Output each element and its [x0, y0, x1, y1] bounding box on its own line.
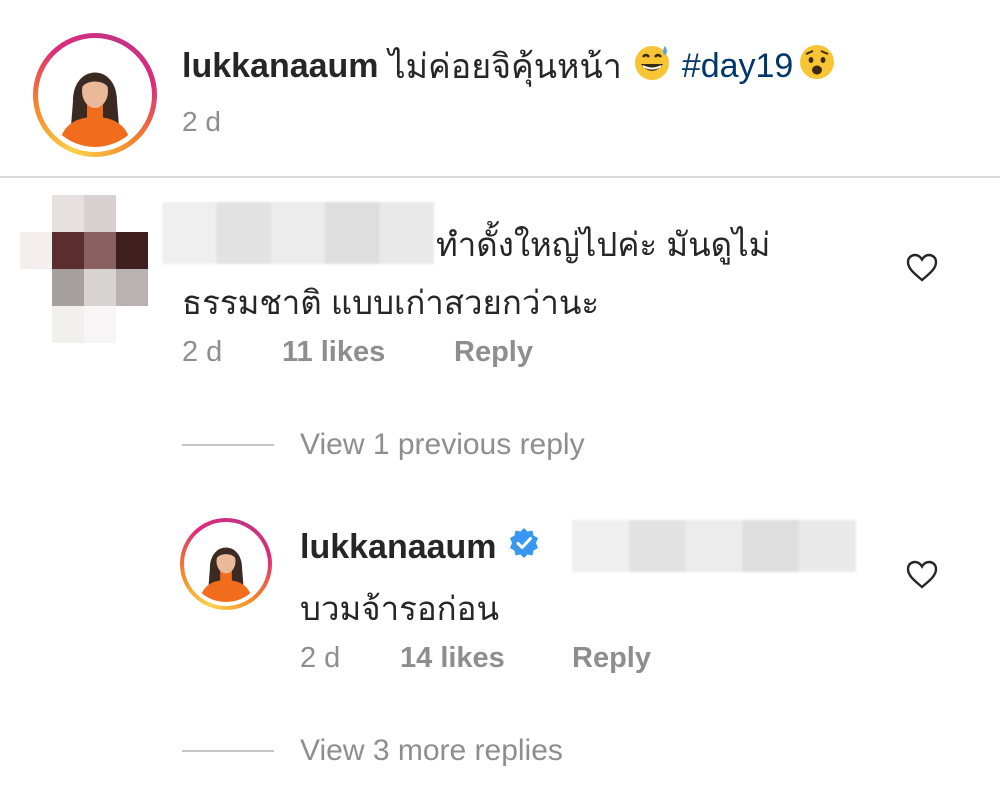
hidden-username-blur — [162, 202, 434, 264]
caption-avatar[interactable] — [33, 33, 157, 157]
view-previous-replies[interactable]: View 1 previous reply — [182, 428, 585, 462]
commenter-avatar-pixelated[interactable] — [20, 195, 148, 343]
verified-badge-icon — [507, 526, 541, 569]
reply-timestamp: 2 d — [300, 642, 341, 674]
caption-username[interactable]: lukkanaaum — [182, 47, 379, 86]
anguished-emoji — [797, 42, 837, 91]
comment-likes[interactable]: 11 likes — [282, 336, 454, 369]
comment-text-line1: ทำดั้งใหญ่ไปค่ะ มันดูไม่ — [436, 226, 771, 263]
reply-meta: 2 d 14 likes Reply — [300, 642, 651, 675]
reply-profile-photo — [188, 526, 264, 602]
reply-avatar[interactable] — [180, 518, 272, 610]
comment-timestamp: 2 d — [182, 336, 223, 368]
comment-meta: 2 d 11 likes Reply — [182, 336, 533, 369]
reply-heart-icon[interactable] — [905, 558, 939, 597]
reply-header: lukkanaaum — [300, 526, 541, 569]
hidden-mention-blur — [572, 520, 856, 572]
thread-line — [182, 444, 274, 446]
view-previous-replies-label[interactable]: View 1 previous reply — [300, 428, 585, 462]
reply-likes[interactable]: 14 likes — [400, 642, 572, 675]
caption-line: lukkanaaum ไม่ค่อยจิคุ้นหน้า #day19 — [182, 38, 837, 94]
thread-line-2 — [182, 750, 274, 752]
comment-text-line2: ธรรมชาติ แบบเก่าสวยกว่านะ — [182, 284, 600, 321]
reply-reply-button[interactable]: Reply — [572, 642, 651, 675]
view-more-replies[interactable]: View 3 more replies — [182, 734, 563, 768]
reply-username[interactable]: lukkanaaum — [300, 528, 497, 567]
caption-timestamp: 2 d — [182, 106, 221, 137]
reply-text: บวมจ้ารอก่อน — [300, 590, 499, 627]
caption-divider — [0, 176, 1000, 178]
view-more-replies-label[interactable]: View 3 more replies — [300, 734, 563, 768]
profile-photo — [43, 43, 147, 147]
caption-text: ไม่ค่อยจิคุ้นหน้า — [388, 48, 622, 86]
grinning-sweat-emoji — [632, 42, 672, 91]
heart-icon[interactable] — [905, 251, 939, 290]
comment-reply-button[interactable]: Reply — [454, 336, 533, 369]
caption-hashtag[interactable]: #day19 — [682, 47, 794, 86]
